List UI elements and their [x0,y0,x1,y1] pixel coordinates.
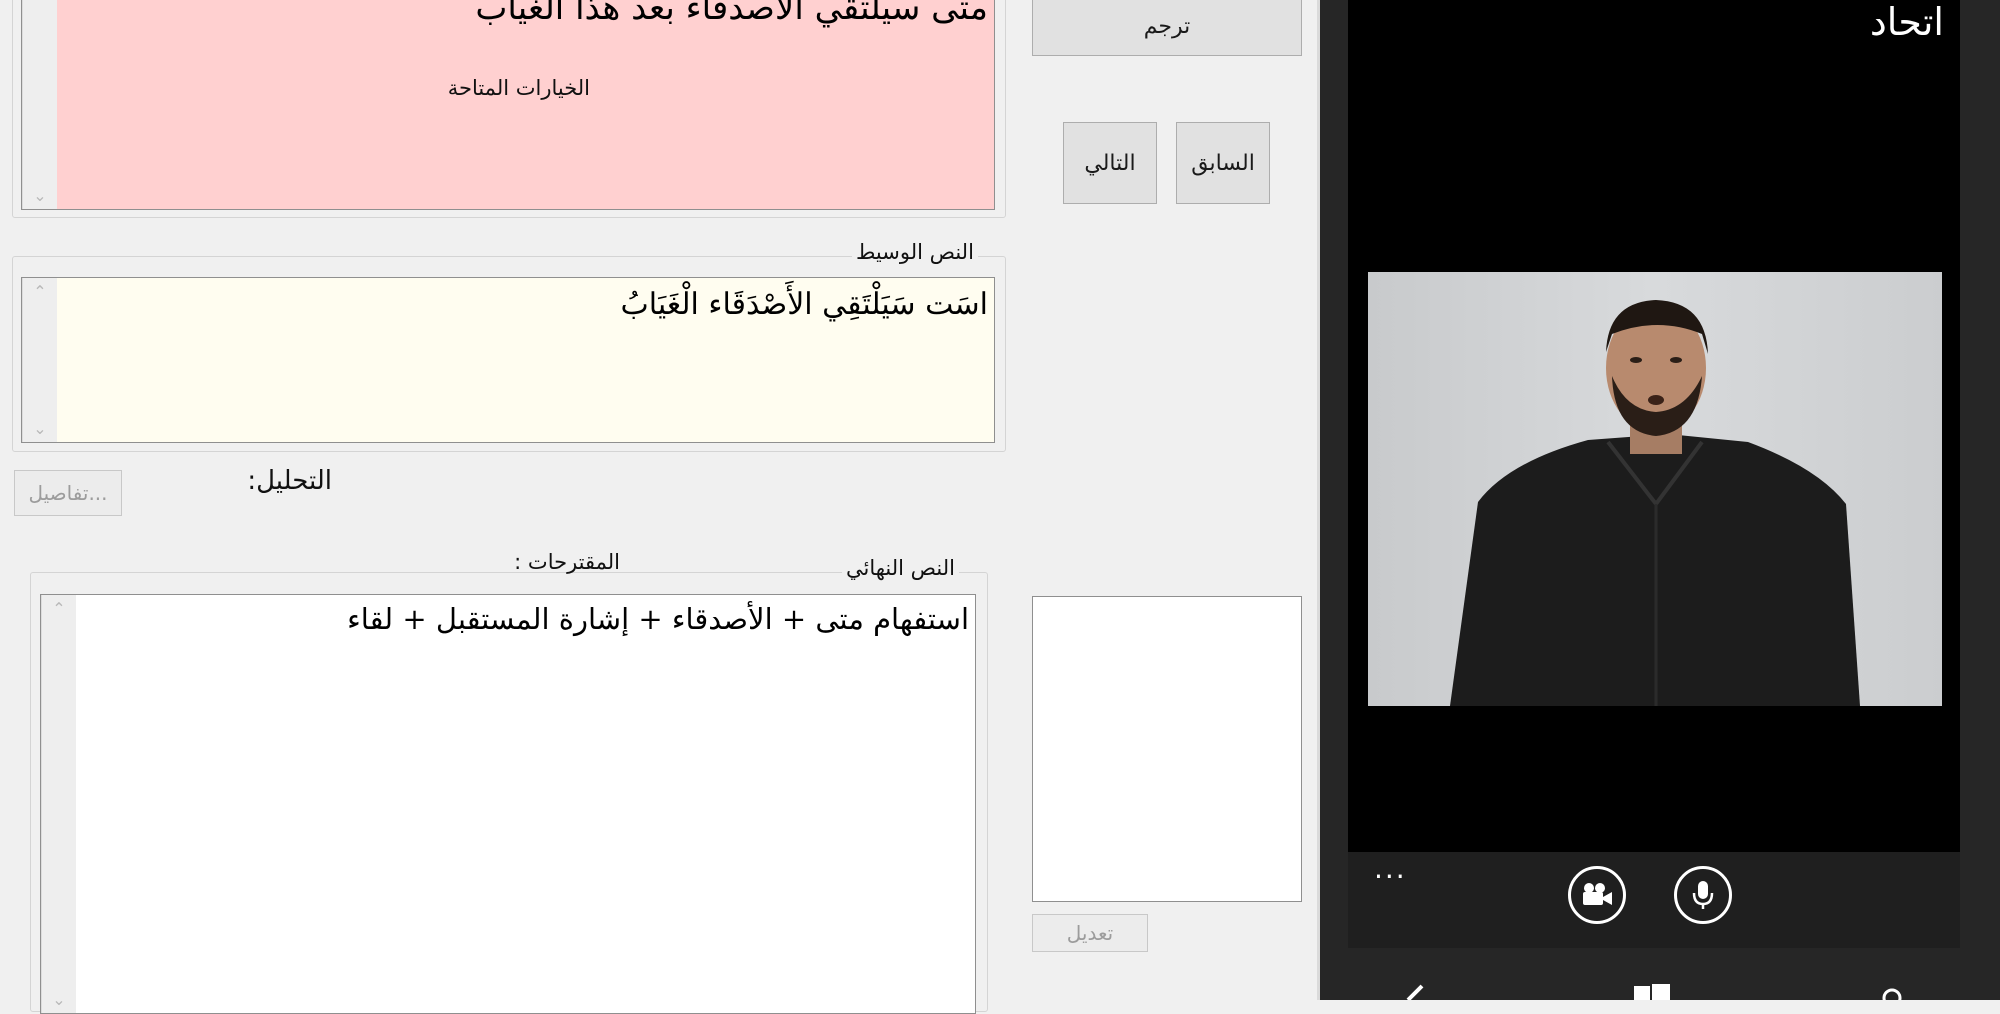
final-text-value: استفهام متى + الأصدقاء + إشارة المستقبل … [347,602,969,636]
phone-emulator: اتحاد ... [1320,0,2000,1000]
back-icon[interactable] [1400,984,1430,1000]
source-scrollbar[interactable]: ⌄ [22,0,57,209]
source-text-value: متى سيلتقي الأصدقاء بعد هذا الغياب [475,0,988,28]
options-label: الخيارات المتاحة [447,76,590,100]
next-button[interactable]: التالي [1063,122,1157,204]
translate-button[interactable]: ترجم [1032,0,1302,56]
windows-icon[interactable] [1632,982,1672,1000]
phone-nav-bar [1320,948,2000,1000]
details-button[interactable]: تفاصيل... [14,470,122,516]
form-panel: ⌄ متى سيلتقي الأصدقاء بعد هذا الغياب الن… [0,0,1320,1014]
edit-button[interactable]: تعديل [1032,914,1148,952]
final-legend: النص النهائي [842,556,959,580]
video-camera-icon [1583,883,1612,905]
intermediate-text-box[interactable]: ⌃ ⌄ اسَت سَيَلْتَقِي الأَصْدَقَاء الْغَي… [21,277,995,443]
microphone-button[interactable] [1674,866,1732,924]
phone-title: اتحاد [1869,0,1944,44]
final-scrollbar[interactable]: ⌃ ⌄ [41,595,76,1013]
video-camera-button[interactable] [1568,866,1626,924]
signer-person [1450,300,1860,706]
suggestions-list[interactable] [1032,596,1302,902]
previous-button[interactable]: السابق [1176,122,1270,204]
sign-video [1368,272,1942,706]
phone-screen: اتحاد ... [1348,0,1960,948]
source-text-box[interactable]: ⌄ متى سيلتقي الأصدقاء بعد هذا الغياب [21,0,995,210]
intermediate-legend: النص الوسيط [852,240,978,264]
phone-app-bar: ... [1348,852,1960,948]
intermediate-text-value: اسَت سَيَلْتَقِي الأَصْدَقَاء الْغَيَابُ [620,287,988,322]
more-options-button[interactable]: ... [1374,852,1407,885]
final-text-box[interactable]: ⌃ ⌄ استفهام متى + الأصدقاء + إشارة المست… [40,594,976,1014]
intermediate-scrollbar[interactable]: ⌃ ⌄ [22,278,57,442]
suggestions-label: المقترحات : [514,550,620,574]
microphone-icon [1692,881,1714,909]
analysis-label: التحليل: [247,466,332,496]
search-icon[interactable] [1880,986,1904,1000]
